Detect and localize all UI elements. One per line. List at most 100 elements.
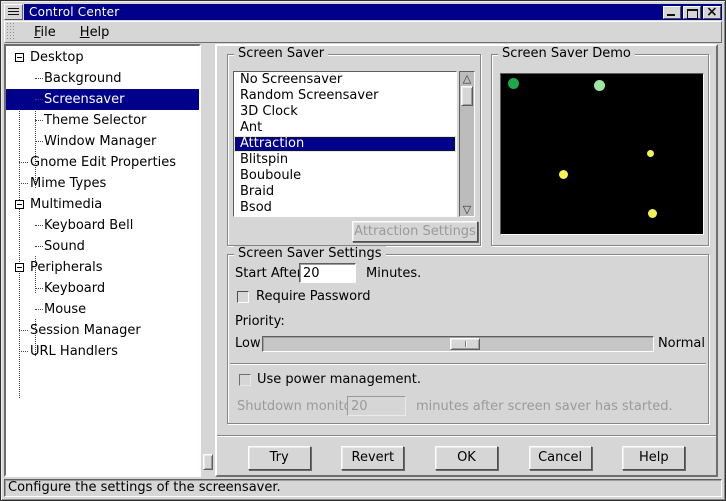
paned-handle[interactable] [203,454,213,470]
screensaver-frame: Screen Saver No ScreensaverRandom Screen… [227,54,481,246]
menu-file[interactable]: File [22,23,68,43]
scrollbar-thumb[interactable] [461,86,473,106]
sidebar-item-label: Sound [44,239,85,254]
sidebar-item-peripherals[interactable]: Peripherals [6,257,199,278]
screensaver-option-ant[interactable]: Ant [234,120,456,136]
screensaver-option-random-screensaver[interactable]: Random Screensaver [234,88,456,104]
screensaver-option-blitspin[interactable]: Blitspin [234,152,456,168]
sidebar-item-desktop[interactable]: Desktop [6,47,199,68]
close-icon[interactable] [703,6,721,19]
sidebar-item-label: Keyboard [44,281,105,296]
screensaver-option-no-screensaver[interactable]: No Screensaver [234,72,456,88]
sidebar-item-sound[interactable]: Sound [6,236,199,257]
sidebar-item-label: Mouse [44,302,86,317]
category-tree: Desktop Background Screensaver Theme Select… [6,47,199,362]
sidebar-item-multimedia[interactable]: Multimedia [6,194,199,215]
window-title: Control Center [29,5,663,19]
window-menu-icon[interactable] [4,4,23,20]
sidebar-item-mime-types[interactable]: Mime Types [6,173,199,194]
sidebar-item-window-manager[interactable]: Window Manager [6,131,199,152]
priority-low-label: Low [235,336,261,351]
scroll-down-icon[interactable]: ▽ [460,203,474,216]
priority-slider-thumb[interactable] [450,338,480,350]
screensaver-scrollbar[interactable]: △ ▽ [459,71,475,217]
require-password-checkbox[interactable] [237,291,249,303]
tree-dash [35,246,43,247]
sidebar-item-label: Mime Types [30,176,106,191]
sidebar-item-label: Screensaver [44,92,124,107]
collapse-icon[interactable] [15,200,24,209]
demo-dot [594,80,605,91]
tree-dash [35,141,43,142]
screensaver-option-braid[interactable]: Braid [234,184,456,200]
sidebar-item-url-handlers[interactable]: URL Handlers [6,341,199,362]
maximize-icon[interactable] [683,6,701,19]
demo-dot [648,209,657,218]
tree-dash [35,99,43,100]
sidebar-item-session-manager[interactable]: Session Manager [6,320,199,341]
sidebar-item-label: Peripherals [30,260,103,275]
menubar: FileHelp [4,21,722,43]
attraction-settings-button[interactable]: Attraction Settings [352,221,478,242]
screensaver-option-3d-clock[interactable]: 3D Clock [234,104,456,120]
sidebar-item-keyboard-bell[interactable]: Keyboard Bell [6,215,199,236]
sidebar-item-label: Keyboard Bell [44,218,133,233]
priority-label: Priority: [235,314,285,329]
sidebar-item-label: Theme Selector [44,113,146,128]
cancel-button[interactable]: Cancel [529,446,592,470]
sidebar-item-label: Desktop [30,50,84,65]
sidebar-item-gnome-edit-properties[interactable]: Gnome Edit Properties [6,152,199,173]
demo-dot [647,150,654,157]
sidebar-item-background[interactable]: Background [6,68,199,89]
tree-dash [35,78,43,79]
sidebar-item-label: Session Manager [30,323,141,338]
demo-dot [559,170,568,179]
priority-slider[interactable] [262,336,654,352]
start-after-input[interactable] [299,263,356,283]
demo-frame-title: Screen Saver Demo [498,46,635,61]
menubar-grip[interactable] [5,22,16,42]
menu-items: FileHelp [22,25,121,40]
content-area: Desktop Background Screensaver Theme Select… [4,44,722,477]
control-center-window: Control Center FileHelp DesktopBackgroun… [0,0,726,501]
screensaver-option-bouboule[interactable]: Bouboule [234,168,456,184]
power-management-checkbox[interactable] [239,374,251,386]
menu-help[interactable]: Help [68,23,122,43]
screensaver-option-attraction[interactable]: Attraction [234,136,456,152]
shutdown-suffix-label: minutes after screen saver has started. [416,399,673,414]
demo-frame: Screen Saver Demo [491,54,709,246]
footer-buttons: Try Revert OK Cancel Help [217,443,716,473]
paned-gutter [201,44,215,477]
screensaver-option-bsod[interactable]: Bsod [234,200,456,216]
sidebar-item-mouse[interactable]: Mouse [6,299,199,320]
tree-dash [35,225,43,226]
tree-dash [19,162,28,163]
demo-canvas [500,73,704,235]
footer-separator [217,435,716,437]
sidebar-item-theme-selector[interactable]: Theme Selector [6,110,199,131]
minimize-icon[interactable] [663,6,681,19]
help-button[interactable]: Help [622,446,685,470]
ok-button[interactable]: OK [435,446,498,470]
status-bar: Configure the settings of the screensave… [4,479,722,497]
power-management-label: Use power management. [257,372,421,387]
screensaver-list: No ScreensaverRandom Screensaver3D Clock… [233,71,457,217]
sidebar-item-label: Background [44,71,122,86]
title-row: Control Center [4,4,722,20]
collapse-icon[interactable] [15,53,24,62]
collapse-icon[interactable] [15,263,24,272]
revert-button[interactable]: Revert [341,446,404,470]
sidebar-item-label: Multimedia [30,197,102,212]
sidebar-item-screensaver[interactable]: Screensaver [6,89,199,110]
screensaver-frame-title: Screen Saver [234,46,328,61]
try-button[interactable]: Try [248,446,311,470]
settings-separator [230,363,706,365]
shutdown-monitor-label: Shutdown monitor [237,399,357,414]
sidebar: Desktop Background Screensaver Theme Select… [4,44,201,477]
tree-dash [19,183,28,184]
tree-dash [19,351,28,352]
titlebar[interactable]: Control Center [24,4,722,20]
scroll-up-icon[interactable]: △ [460,72,474,85]
sidebar-item-label: Gnome Edit Properties [30,155,176,170]
sidebar-item-keyboard[interactable]: Keyboard [6,278,199,299]
